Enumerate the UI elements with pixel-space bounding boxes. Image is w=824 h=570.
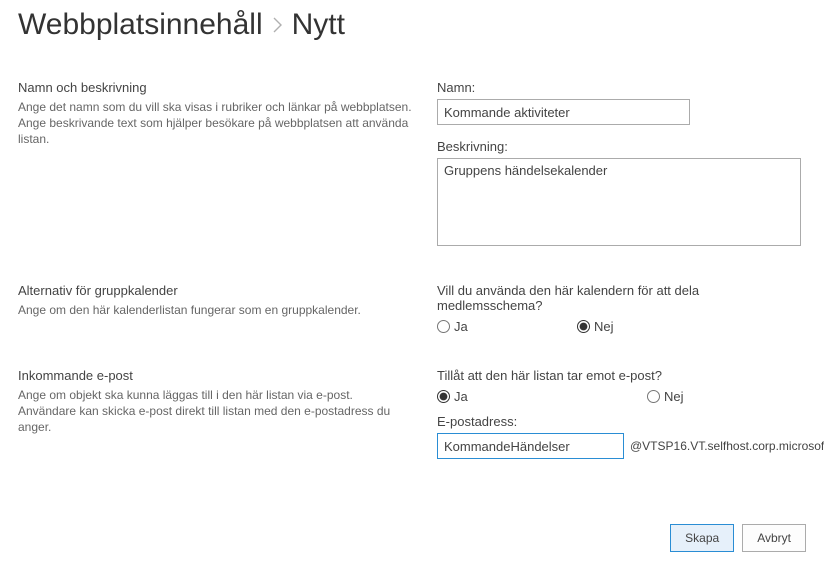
email-option-yes[interactable]: Ja: [437, 389, 647, 404]
email-no-label: Nej: [664, 389, 684, 404]
breadcrumb-current: Nytt: [292, 8, 345, 42]
section-heading-name: Namn och beskrivning: [18, 80, 413, 95]
groupcal-yes-label: Ja: [454, 319, 468, 334]
groupcal-no-label: Nej: [594, 319, 614, 334]
section-name-description: Namn och beskrivning Ange det namn som d…: [18, 80, 806, 249]
email-option-no[interactable]: Nej: [647, 389, 684, 404]
email-address-label: E-postadress:: [437, 414, 797, 429]
create-button[interactable]: Skapa: [670, 524, 734, 552]
section-heading-groupcal: Alternativ för gruppkalender: [18, 283, 413, 298]
breadcrumb: Webbplatsinnehåll Nytt: [18, 8, 806, 42]
section-group-calendar: Alternativ för gruppkalender Ange om den…: [18, 283, 806, 334]
name-input[interactable]: [437, 99, 690, 125]
email-yes-label: Ja: [454, 389, 468, 404]
groupcal-question: Vill du använda den här kalendern för at…: [437, 283, 797, 313]
section-heading-email: Inkommande e-post: [18, 368, 413, 383]
email-address-input[interactable]: [437, 433, 624, 459]
description-input[interactable]: [437, 158, 801, 246]
section-help-name: Ange det namn som du vill ska visas i ru…: [18, 99, 413, 148]
email-domain-text: @VTSP16.VT.selfhost.corp.microsoft.com: [630, 439, 824, 453]
button-bar: Skapa Avbryt: [670, 524, 806, 552]
description-label: Beskrivning:: [437, 139, 797, 154]
chevron-right-icon: [273, 17, 282, 33]
section-incoming-email: Inkommande e-post Ange om objekt ska kun…: [18, 368, 806, 459]
breadcrumb-parent[interactable]: Webbplatsinnehåll: [18, 8, 263, 42]
cancel-button[interactable]: Avbryt: [742, 524, 806, 552]
email-question: Tillåt att den här listan tar emot e-pos…: [437, 368, 797, 383]
section-help-email: Ange om objekt ska kunna läggas till i d…: [18, 387, 413, 436]
section-help-groupcal: Ange om den här kalenderlistan fungerar …: [18, 302, 413, 318]
name-label: Namn:: [437, 80, 797, 95]
groupcal-option-no[interactable]: Nej: [577, 319, 614, 334]
groupcal-option-yes[interactable]: Ja: [437, 319, 577, 334]
